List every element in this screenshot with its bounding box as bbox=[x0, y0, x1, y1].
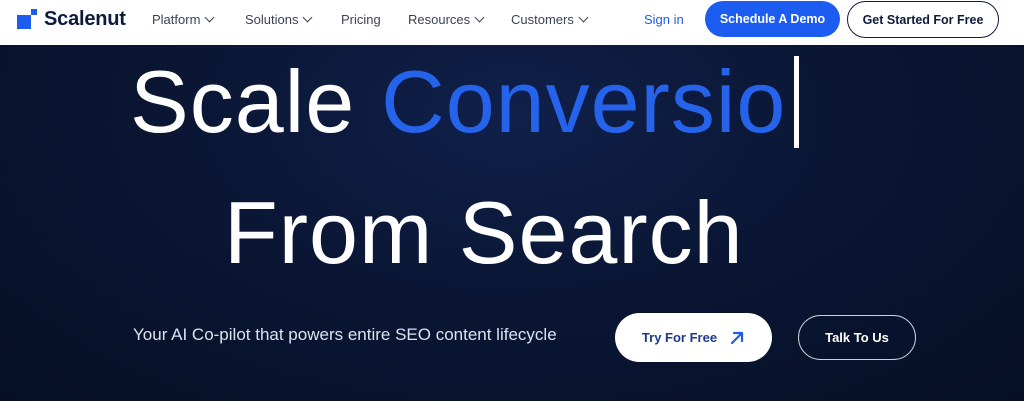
typing-cursor bbox=[794, 56, 800, 148]
hero-tagline: Your AI Co-pilot that powers entire SEO … bbox=[133, 325, 557, 344]
talk-to-us-button[interactable]: Talk To Us bbox=[798, 315, 916, 360]
try-for-free-button[interactable]: Try For Free bbox=[615, 313, 772, 362]
arrow-up-right-icon bbox=[730, 331, 744, 344]
nav-item-label: Solutions bbox=[245, 12, 299, 27]
nav-item-resources[interactable]: Resources bbox=[408, 12, 485, 27]
get-started-button[interactable]: Get Started For Free bbox=[847, 1, 999, 38]
chevron-down-icon bbox=[303, 12, 313, 23]
nav-item-label: Pricing bbox=[341, 12, 381, 27]
nav-item-pricing[interactable]: Pricing bbox=[341, 12, 381, 27]
chevron-down-icon bbox=[204, 12, 215, 23]
nav-item-platform[interactable]: Platform bbox=[152, 12, 215, 27]
nav-item-customers[interactable]: Customers bbox=[511, 12, 589, 27]
top-navbar: Scalenut Platform Solutions Pricing Reso… bbox=[0, 0, 1024, 45]
try-button-label: Try For Free bbox=[641, 330, 718, 345]
headline-word: Scale bbox=[130, 52, 356, 151]
hero-headline-line2: From Search bbox=[224, 183, 744, 282]
schedule-demo-button[interactable]: Schedule A Demo bbox=[705, 1, 840, 37]
nav-item-label: Customers bbox=[511, 12, 574, 27]
sign-in-link[interactable]: Sign in bbox=[644, 12, 684, 27]
chevron-down-icon bbox=[578, 12, 589, 23]
nav-item-label: Resources bbox=[408, 12, 471, 27]
chevron-down-icon bbox=[474, 12, 485, 23]
nav-item-label: Platform bbox=[152, 12, 201, 27]
headline-accent-word: Conversio bbox=[381, 52, 787, 151]
nav-item-solutions[interactable]: Solutions bbox=[245, 12, 313, 27]
logo-icon bbox=[17, 9, 37, 29]
hero-headline-line1: Scale Conversio bbox=[130, 52, 800, 152]
scalenut-logo[interactable]: Scalenut bbox=[17, 7, 126, 31]
logo-text: Scalenut bbox=[44, 7, 126, 30]
